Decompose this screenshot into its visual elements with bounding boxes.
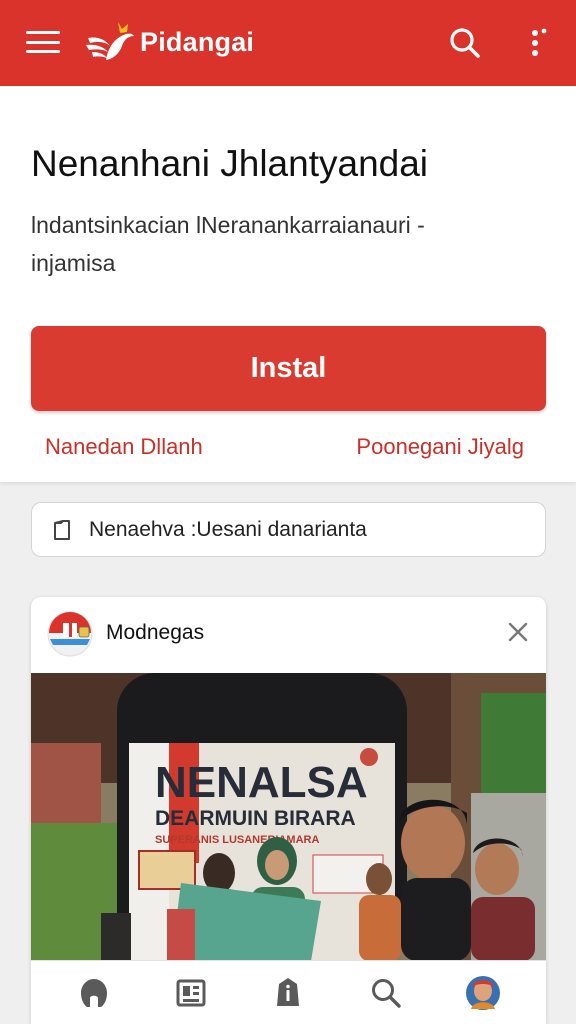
photo-banner-line1: NENALSA <box>155 758 368 807</box>
close-icon[interactable] <box>505 619 531 645</box>
brand[interactable]: Pidangai <box>84 16 254 68</box>
app-description: lndantsinkacian lNeranankarraianauri - i… <box>31 212 425 276</box>
details-link[interactable]: Nanedan Dllanh <box>45 434 203 460</box>
info-icon <box>277 977 300 1006</box>
news-icon <box>176 979 206 1006</box>
nav-search[interactable] <box>364 971 408 1015</box>
top-app-bar: Pidangai <box>0 0 576 86</box>
photo-banner-line3: SUPERANIS LUSANERIAMARA <box>155 834 319 846</box>
search-field-text: Nenaehva :Uesani danarianta <box>89 517 367 541</box>
more-options-icon[interactable] <box>520 24 550 62</box>
source-avatar-icon <box>47 611 93 657</box>
app-name: Pidangai <box>140 26 255 57</box>
page-title: Nenanhani Jhlantyandai <box>31 143 429 184</box>
news-photo: NENALSA DEARMUIN BIRARA SUPERANIS LUSANE… <box>31 673 546 961</box>
privacy-link[interactable]: Poonegani Jiyalg <box>356 434 524 460</box>
search-icon <box>371 978 401 1008</box>
nav-home[interactable] <box>72 971 116 1015</box>
nav-info[interactable] <box>266 971 310 1015</box>
photo-banner-line2: DEARMUIN BIRARA <box>155 807 356 830</box>
card-source-title: Modnegas <box>106 621 205 644</box>
bottom-navigation <box>31 960 546 1024</box>
app-install-panel: Nenanhani Jhlantyandai lndantsinkacian l… <box>0 86 576 482</box>
document-icon <box>54 519 70 540</box>
nav-news[interactable] <box>169 971 213 1015</box>
install-button[interactable]: Instal <box>31 326 546 411</box>
card-header: Modnegas <box>31 597 546 673</box>
search-field[interactable]: Nenaehva :Uesani danarianta <box>31 502 546 557</box>
profile-avatar <box>466 975 501 1010</box>
bird-logo-icon <box>86 22 134 60</box>
hamburger-menu-icon[interactable] <box>26 28 60 56</box>
search-icon[interactable] <box>446 24 484 62</box>
nav-profile[interactable] <box>461 971 505 1015</box>
home-icon <box>80 978 107 1007</box>
